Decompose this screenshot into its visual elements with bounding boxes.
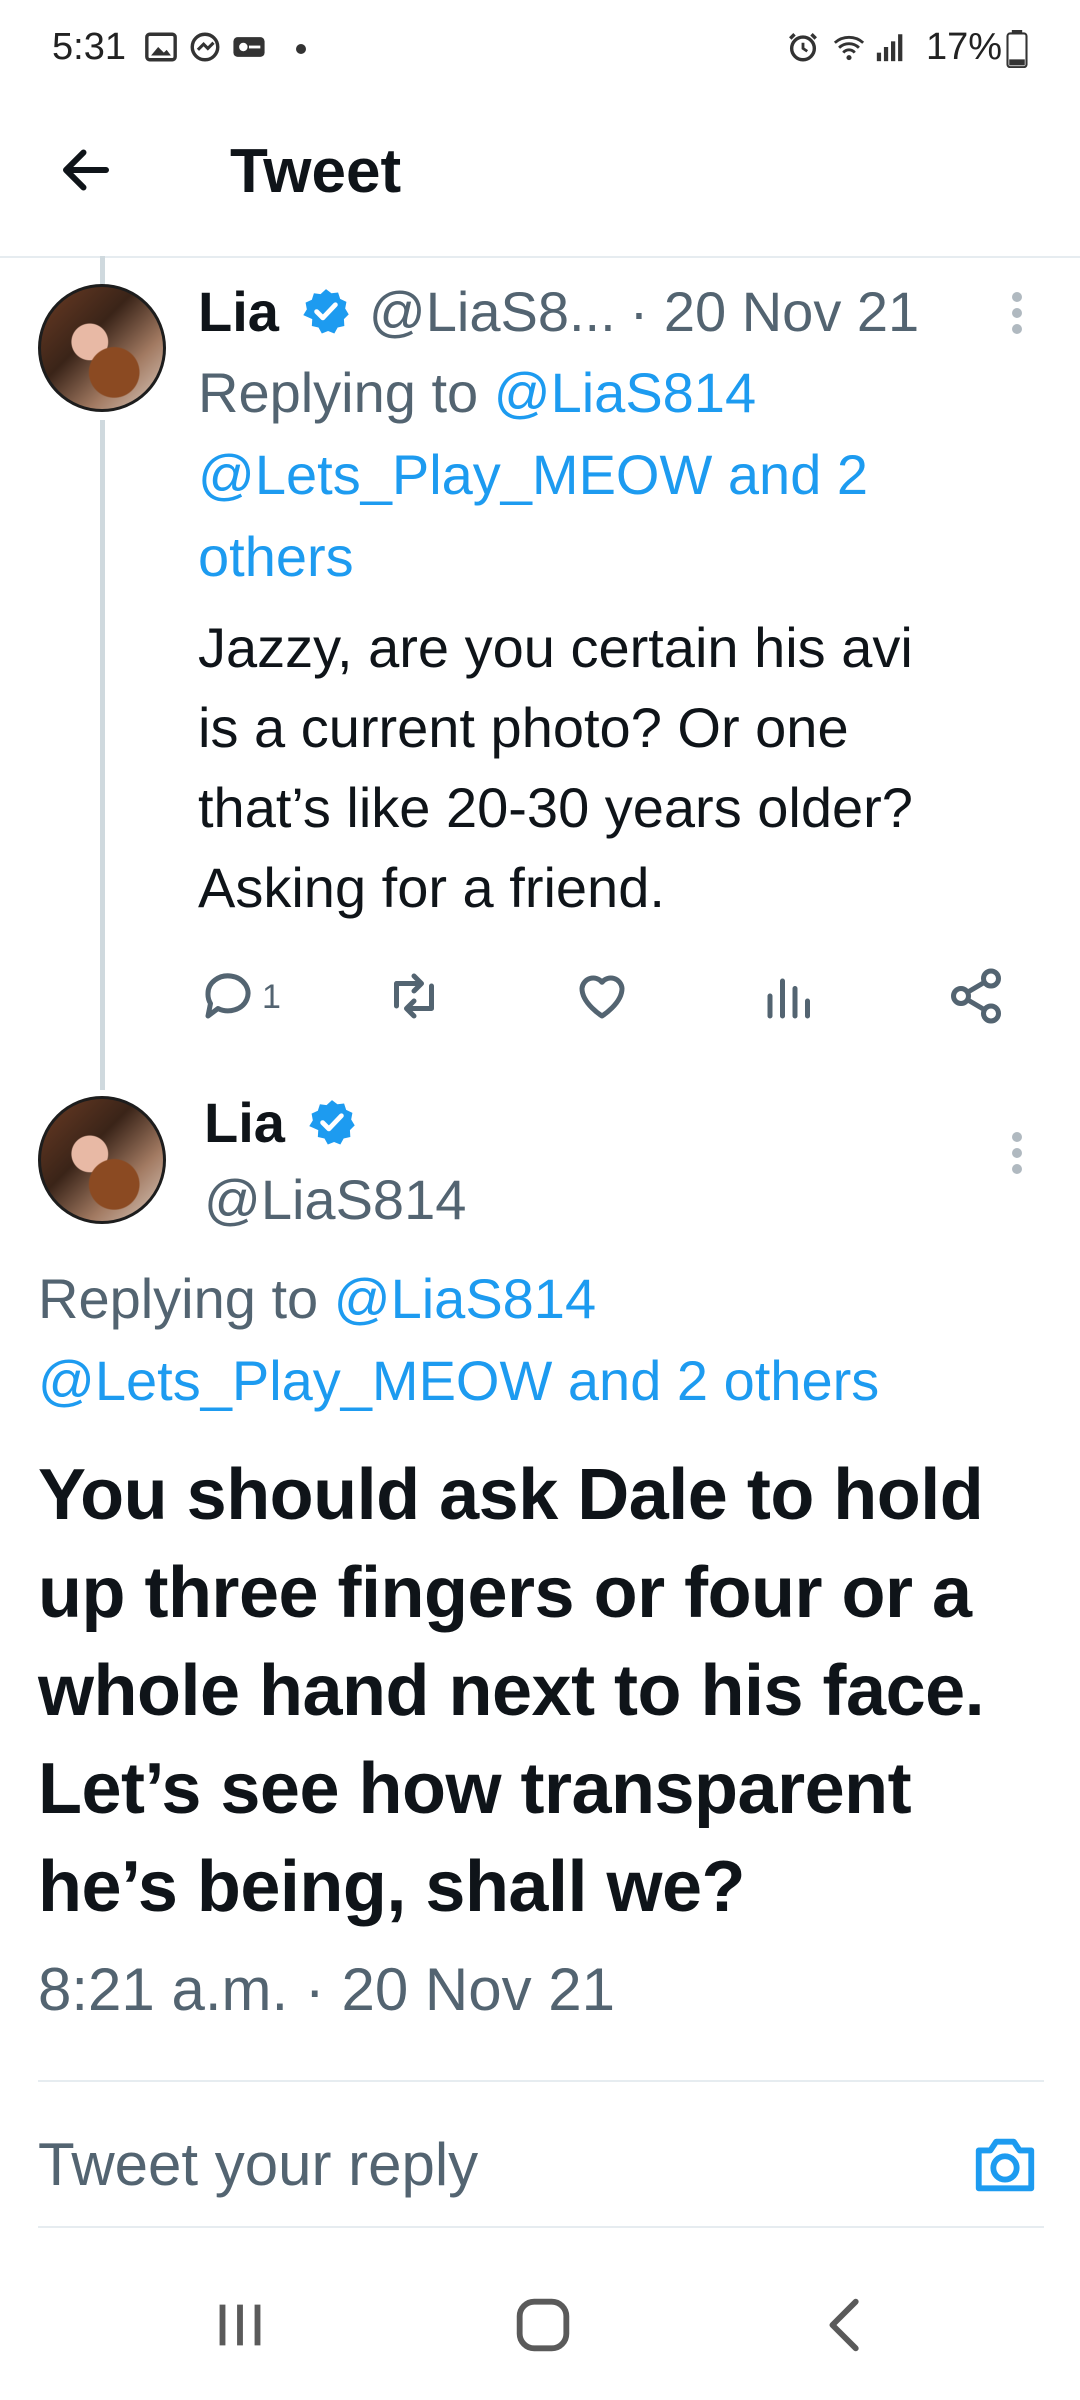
author-name[interactable]: Lia bbox=[204, 1090, 285, 1155]
author-name[interactable]: Lia bbox=[198, 279, 279, 344]
recent-apps-icon[interactable] bbox=[205, 2290, 275, 2360]
replying-to: Replying to @LiaS814 bbox=[198, 352, 756, 434]
camera-icon[interactable] bbox=[970, 2130, 1040, 2200]
battery-icon bbox=[1006, 30, 1028, 68]
tweet2-text: You should ask Dale to hold up three fin… bbox=[38, 1446, 985, 1936]
page-title: Tweet bbox=[230, 137, 402, 206]
mention-link[interactable]: @Lets_Play_MEOW bbox=[38, 1349, 552, 1412]
verified-badge-icon bbox=[303, 289, 349, 334]
others-link[interactable]: and 2 bbox=[728, 443, 868, 506]
back-nav-icon[interactable] bbox=[812, 2290, 882, 2360]
notification-dot-icon bbox=[296, 44, 306, 54]
tweet-text-line: Asking for a friend. bbox=[198, 856, 665, 919]
like-heart-icon[interactable] bbox=[572, 966, 632, 1026]
tweet1-header: Lia @LiaS8... · 20 Nov 21 bbox=[198, 270, 919, 352]
reply-count: 1 bbox=[262, 978, 281, 1016]
gallery-icon bbox=[145, 32, 177, 62]
avatar[interactable] bbox=[38, 284, 166, 412]
others-link[interactable]: others bbox=[198, 516, 354, 598]
replying-to-label: Replying to bbox=[198, 361, 479, 424]
thread-line-top bbox=[100, 256, 105, 286]
reply-divider bbox=[38, 2226, 1044, 2228]
tweet-text-line: Jazzy, are you certain his avi bbox=[198, 616, 913, 679]
replying-to-line-2: @Lets_Play_MEOW and 2 bbox=[198, 434, 868, 516]
tweet-text-line: is a current photo? Or one bbox=[198, 696, 849, 759]
signal-icon bbox=[876, 34, 903, 62]
retweet-icon[interactable] bbox=[384, 966, 444, 1026]
tweet-text-line: You should ask Dale to hold bbox=[38, 1455, 984, 1535]
mention-link[interactable]: @LiaS814 bbox=[494, 361, 756, 424]
tweet-text-line: that’s like 20-30 years older? bbox=[198, 776, 913, 839]
tweet-text-line: he’s being, shall we? bbox=[38, 1847, 746, 1927]
tweet-date: · 20 Nov 21 bbox=[629, 279, 920, 343]
avatar[interactable] bbox=[38, 1096, 166, 1224]
views-analytics-icon[interactable] bbox=[760, 966, 820, 1026]
wifi-icon bbox=[833, 35, 865, 61]
more-options-icon[interactable] bbox=[1012, 1126, 1024, 1180]
tweet2-author: Lia bbox=[204, 1080, 357, 1164]
mention-link[interactable]: @LiaS814 bbox=[334, 1267, 596, 1330]
reply-input[interactable]: Tweet your reply bbox=[38, 2130, 478, 2199]
tweet1-text: Jazzy, are you certain his avi is a curr… bbox=[198, 608, 913, 928]
messenger-icon bbox=[190, 32, 220, 62]
others-link[interactable]: and 2 others bbox=[568, 1349, 879, 1412]
replying-to-line-2: @Lets_Play_MEOW and 2 others bbox=[38, 1340, 879, 1422]
timestamp-divider bbox=[38, 2080, 1044, 2082]
header-divider bbox=[0, 256, 1080, 258]
author-handle[interactable]: @LiaS814 bbox=[204, 1160, 466, 1240]
tweet-timestamp: 8:21 a.m. · 20 Nov 21 bbox=[38, 1956, 615, 2023]
more-options-icon[interactable] bbox=[1012, 286, 1024, 340]
verified-badge-icon bbox=[309, 1100, 355, 1145]
alarm-icon bbox=[789, 33, 817, 62]
home-icon[interactable] bbox=[508, 2290, 578, 2360]
replying-to-label: Replying to bbox=[38, 1267, 319, 1330]
reply-icon[interactable] bbox=[198, 966, 258, 1026]
author-handle[interactable]: @LiaS8... bbox=[369, 279, 616, 344]
tweet-text-line: Let’s see how transparent bbox=[38, 1749, 912, 1829]
battery-percentage: 17% bbox=[926, 26, 1003, 68]
status-time: 5:31 bbox=[52, 26, 126, 68]
mention-link[interactable]: @Lets_Play_MEOW bbox=[198, 443, 712, 506]
back-arrow-icon[interactable] bbox=[56, 140, 116, 200]
thread-line bbox=[100, 420, 105, 1090]
replying-to: Replying to @LiaS814 bbox=[38, 1258, 596, 1340]
tweet-text-line: whole hand next to his face. bbox=[38, 1651, 985, 1731]
share-icon[interactable] bbox=[946, 966, 1006, 1026]
vpn-key-icon bbox=[233, 37, 265, 57]
tweet-text-line: up three fingers or four or a bbox=[38, 1553, 972, 1633]
